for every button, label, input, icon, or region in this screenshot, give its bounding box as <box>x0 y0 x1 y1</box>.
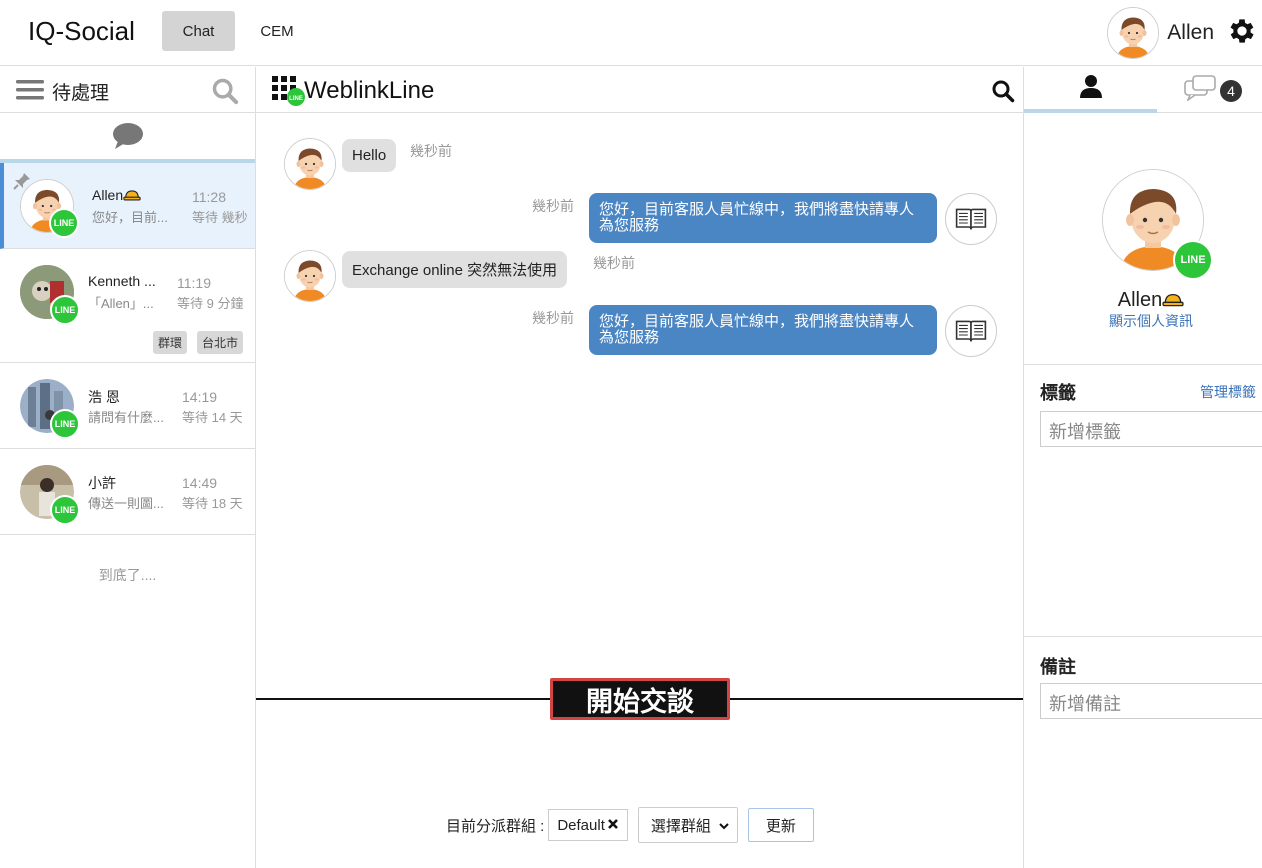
gear-icon[interactable] <box>1226 15 1258 52</box>
profile-avatar: LINE <box>1102 169 1213 280</box>
conversation-preview: 您好，目前... <box>92 210 168 225</box>
conversation-item-kenneth[interactable]: LINE Kenneth ... 「Allen」... 11:19 等待 9 分… <box>0 249 255 363</box>
tag-chip[interactable]: 台北市 <box>196 331 243 354</box>
conversation-preview: 「Allen」... <box>88 296 154 311</box>
line-badge-icon: LINE <box>49 208 79 238</box>
avatar: LINE <box>20 465 80 525</box>
customer-avatar <box>284 250 336 302</box>
conversation-wait: 等待 14 天 <box>182 410 243 425</box>
conversation-time: 11:19 <box>177 275 211 291</box>
conversation-tags: 群環 台北市 <box>152 331 243 354</box>
notes-section: 備註 新增備註 <box>1024 636 1262 868</box>
group-select-label: 選擇群組 <box>650 817 711 835</box>
message-bubble-out: 您好，目前客服人員忙線中，我們將盡快請專人為您服務 <box>589 193 937 243</box>
avatar: LINE <box>20 179 79 238</box>
conversation-name: Allen <box>92 187 141 203</box>
left-panel-title: 待處理 <box>52 83 110 104</box>
channel-title: WeblinkLine <box>304 77 435 104</box>
customer-info-panel: 4 LINE Allen 顯示個人資訊 標籤 管理標籤 新增標籤 備註 新增備註 <box>1023 67 1262 868</box>
conversation-time: 11:28 <box>192 189 226 205</box>
conversation-wait: 等待 幾秒 <box>192 210 248 225</box>
close-icon[interactable] <box>607 817 619 834</box>
user-menu[interactable]: Allen <box>1107 6 1258 60</box>
chat-bubbles-icon <box>1184 75 1216 106</box>
group-label: 目前分派群組 : <box>446 817 545 835</box>
conversation-preview: 請問有什麼... <box>88 410 164 425</box>
end-of-list-text: 到底了.... <box>98 567 157 583</box>
chat-bubble-icon[interactable] <box>0 113 255 163</box>
tab-profile[interactable] <box>1024 67 1157 113</box>
new-note-input[interactable]: 新增備註 <box>1040 683 1262 719</box>
info-tabs: 4 <box>1024 67 1262 113</box>
chevron-down-icon <box>719 817 729 834</box>
conversation-wait: 等待 18 天 <box>182 496 243 511</box>
start-conversation-button[interactable]: 開始交談 <box>550 678 730 720</box>
top-header: IQ-Social Chat CEM Allen <box>0 0 1262 66</box>
message-timestamp: 幾秒前 <box>532 310 574 326</box>
bot-book-icon <box>945 305 997 357</box>
manage-tags-link[interactable]: 管理標籤 <box>1200 382 1256 402</box>
message-bubble-in: Hello <box>342 139 397 172</box>
conversation-time: 14:49 <box>182 475 218 491</box>
left-panel-header: 待處理 <box>0 67 255 113</box>
hardhat-icon <box>123 187 141 203</box>
conversation-item-xiaoxu[interactable]: LINE 小許 傳送一則圖... 14:49 等待 18 天 <box>0 449 255 535</box>
conversation-item-allen[interactable]: LINE Allen 您好，目前... 11:28 等待 幾秒 <box>0 163 255 249</box>
new-tag-input[interactable]: 新增標籤 <box>1040 411 1262 447</box>
user-name[interactable]: Allen <box>1167 21 1214 45</box>
avatar: LINE <box>20 265 80 325</box>
tab-conversations[interactable]: 4 <box>1184 75 1242 106</box>
hardhat-icon <box>1162 289 1184 311</box>
line-badge-icon: LINE <box>50 295 80 325</box>
avatar: LINE <box>20 379 80 439</box>
conversation-name: 浩 恩 <box>88 389 120 405</box>
update-button[interactable]: 更新 <box>747 808 814 842</box>
conversation-name: Kenneth ... <box>88 273 156 289</box>
group-select[interactable]: 選擇群組 <box>637 807 738 843</box>
search-icon[interactable] <box>991 79 1015 108</box>
bot-book-icon <box>945 193 997 245</box>
group-chip: Default <box>548 809 628 841</box>
chat-header: LINE WeblinkLine <box>256 67 1023 113</box>
message-bubble-in: Exchange online 突然無法使用 <box>342 251 568 288</box>
message-bubble-out: 您好，目前客服人員忙線中，我們將盡快請專人為您服務 <box>589 305 937 355</box>
search-icon[interactable] <box>211 77 239 110</box>
chat-panel: LINE WeblinkLine Hello 幾秒前 幾秒前 您好，目前客服人員… <box>256 67 1023 868</box>
user-icon <box>1078 73 1104 104</box>
group-chip-label: Default <box>557 816 605 834</box>
app-brand: IQ-Social <box>28 16 135 46</box>
line-badge-icon: LINE <box>50 495 80 525</box>
unread-count-badge: 4 <box>1220 79 1242 102</box>
tab-cem[interactable]: CEM <box>250 11 304 51</box>
conversation-preview: 傳送一則圖... <box>88 496 164 511</box>
conversation-wait: 等待 9 分鐘 <box>177 296 244 311</box>
message-timestamp: 幾秒前 <box>593 255 635 271</box>
conversation-list-panel: 待處理 LINE Allen 您好，目前... 11:28 等待 幾秒 LINE… <box>0 67 256 868</box>
conversation-time: 14:19 <box>182 389 218 405</box>
line-badge-icon: LINE <box>50 409 80 439</box>
customer-avatar <box>284 138 336 190</box>
group-assign-bar: 目前分派群組 : Default 選擇群組 更新 <box>446 807 814 843</box>
show-profile-link[interactable]: 顯示個人資訊 <box>1024 311 1262 331</box>
message-timestamp: 幾秒前 <box>410 143 452 159</box>
user-avatar[interactable] <box>1107 7 1160 59</box>
hamburger-menu-icon[interactable] <box>16 79 44 106</box>
tags-title: 標籤 <box>1040 383 1076 403</box>
svg-text:LINE: LINE <box>289 96 303 102</box>
tab-chat[interactable]: Chat <box>162 11 235 51</box>
notes-title: 備註 <box>1040 657 1076 677</box>
conversation-name: 小許 <box>88 475 116 491</box>
profile-name: Allen <box>1024 289 1262 312</box>
tags-section: 標籤 管理標籤 新增標籤 <box>1024 364 1262 636</box>
tag-chip[interactable]: 群環 <box>152 331 187 354</box>
conversation-item-haoen[interactable]: LINE 浩 恩 請問有什麼... 14:19 等待 14 天 <box>0 363 255 449</box>
weblink-line-icon: LINE <box>272 76 306 111</box>
line-badge-icon: LINE <box>1173 240 1213 280</box>
message-timestamp: 幾秒前 <box>532 198 574 214</box>
